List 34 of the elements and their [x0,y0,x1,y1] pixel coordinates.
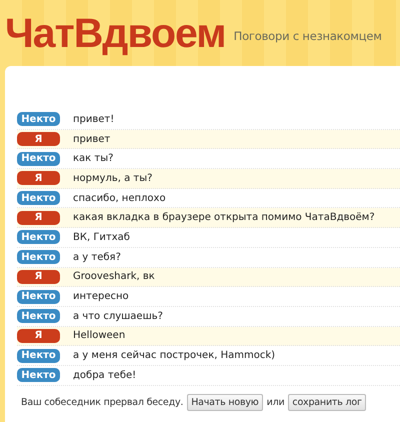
author-badge: Некто [17,230,60,244]
author-badge: Некто [17,191,60,206]
message-text: спасибо, неплохо [73,192,166,204]
message-text: Grooveshark, вк [73,271,155,282]
author-badge: Некто [17,250,60,264]
status-text: Ваш собеседник прервал беседу. [21,396,184,408]
message-text: а у меня сейчас построчек, Hammock) [73,350,276,362]
message-text: какая вкладка в браузере открыта помимо ЧатаВдвоём? [73,212,375,224]
author-badge: Я [17,171,60,186]
message-text: Helloween [73,330,126,342]
or-text: или [266,396,284,408]
new-chat-button[interactable]: Начать новую [187,394,263,411]
message-text: а у тебя? [73,252,121,263]
author-badge: Некто [17,309,60,324]
message-text: интересно [73,291,129,302]
author-badge: Некто [17,368,60,382]
author-badge: Я [17,328,60,343]
tagline: Поговори с незнакомцем [234,29,382,43]
save-log-button[interactable]: сохранить лог [288,394,366,411]
author-badge: Я [17,132,60,146]
author-badge: Некто [17,290,60,304]
message-text: добра тебе! [73,370,136,381]
author-badge: Некто [17,112,60,126]
message-text: а что слушаешь? [73,310,163,322]
logo: ЧатВдвоем [5,10,226,56]
author-badge: Некто [17,348,60,363]
message-text: привет! [73,114,114,125]
message-text: нормуль, а ты? [73,172,152,184]
message-text: привет [73,134,110,145]
message-text: как ты? [73,153,114,164]
author-badge: Я [17,270,60,284]
author-badge: Некто [17,152,60,166]
author-badge: Я [17,210,60,225]
message-text: ВК, Гитхаб [73,232,130,243]
